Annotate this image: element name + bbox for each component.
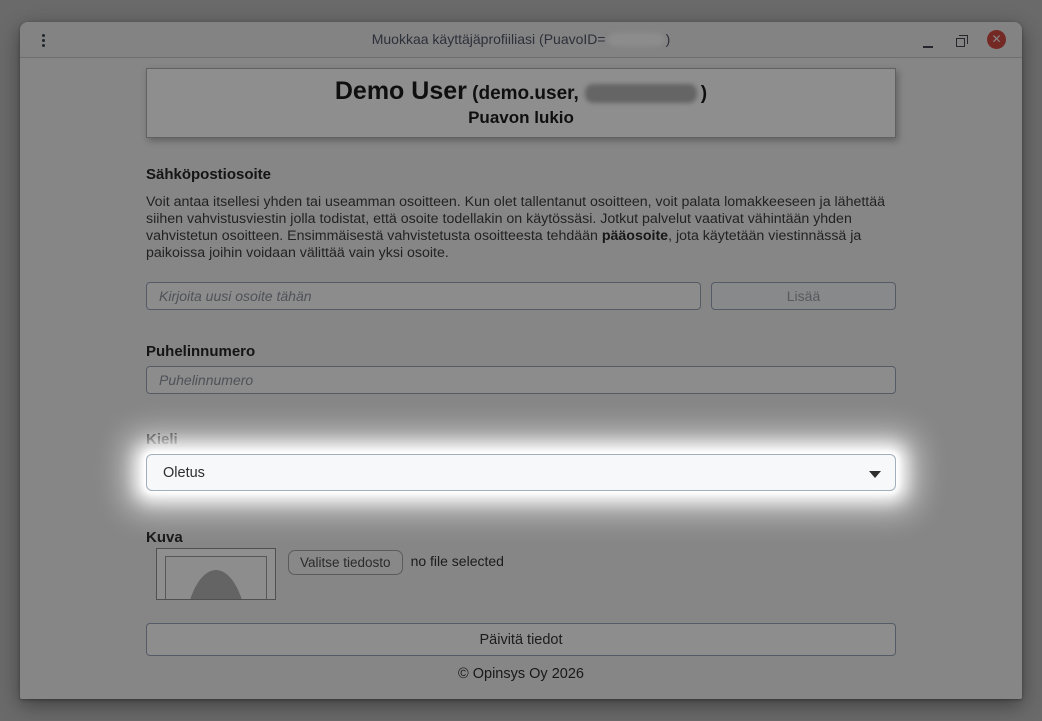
redacted-user-id: [585, 84, 697, 103]
close-icon: ✕: [991, 30, 1001, 49]
image-upload-row: Valitse tiedosto no file selected: [146, 548, 896, 600]
phone-section: Puhelinnumero: [146, 343, 896, 394]
email-section-heading: Sähköpostiosoite: [146, 166, 896, 183]
language-selected-option: Oletus: [163, 465, 205, 481]
user-account: (demo.user,: [472, 83, 579, 104]
window-title-suffix: ): [666, 31, 671, 47]
close-button[interactable]: ✕: [987, 30, 1006, 49]
profile-form: Demo User (demo.user,) Puavon lukio Sähk…: [146, 68, 896, 682]
kebab-menu-icon[interactable]: [32, 29, 54, 51]
phone-section-heading: Puhelinnumero: [146, 343, 896, 360]
language-section: Kieli Oletus: [146, 431, 896, 491]
phone-number-input[interactable]: [146, 366, 896, 394]
language-select-highlight: Oletus: [146, 454, 896, 491]
file-selected-status: no file selected: [411, 553, 504, 569]
chevron-down-icon: [869, 471, 881, 478]
choose-file-button[interactable]: Valitse tiedosto: [288, 550, 403, 575]
avatar-preview: [156, 548, 276, 600]
window-titlebar: Muokkaa käyttäjäprofiiliasi (PuavoID=) ✕: [20, 22, 1022, 58]
image-section: Kuva Valitse tiedosto no file selected: [146, 529, 896, 600]
app-window: Muokkaa käyttäjäprofiiliasi (PuavoID=) ✕…: [20, 22, 1022, 699]
minimize-icon: [923, 46, 933, 48]
desktop-background: Muokkaa käyttäjäprofiiliasi (PuavoID=) ✕…: [0, 0, 1042, 721]
copyright-footer: © Opinsys Oy 2026: [146, 666, 896, 682]
language-select[interactable]: Oletus: [146, 454, 896, 491]
update-profile-button[interactable]: Päivitä tiedot: [146, 623, 896, 656]
restore-button[interactable]: [950, 30, 970, 50]
user-account-suffix: ): [701, 83, 707, 104]
user-display-name: Demo User: [335, 77, 467, 105]
minimize-button[interactable]: [918, 30, 938, 50]
redacted-puavo-id: [608, 33, 664, 46]
restore-icon: [956, 38, 965, 47]
window-title: Muokkaa käyttäjäprofiiliasi (PuavoID=): [20, 31, 1022, 48]
language-section-heading: Kieli: [146, 431, 896, 448]
primary-address-term: pääosoite: [602, 228, 668, 244]
email-section: Sähköpostiosoite Voit antaa itsellesi yh…: [146, 166, 896, 310]
avatar-placeholder-icon: [165, 556, 267, 600]
image-section-heading: Kuva: [146, 529, 896, 546]
email-section-description: Voit antaa itsellesi yhden tai useamman …: [146, 194, 896, 262]
user-school: Puavon lukio: [147, 106, 895, 130]
user-name-line: Demo User (demo.user,): [147, 76, 895, 106]
user-header-card: Demo User (demo.user,) Puavon lukio: [146, 68, 896, 138]
new-email-input[interactable]: [146, 282, 701, 310]
add-email-button[interactable]: Lisää: [711, 282, 896, 310]
email-input-row: Lisää: [146, 282, 896, 310]
window-title-prefix: Muokkaa käyttäjäprofiiliasi (PuavoID=: [372, 31, 606, 47]
